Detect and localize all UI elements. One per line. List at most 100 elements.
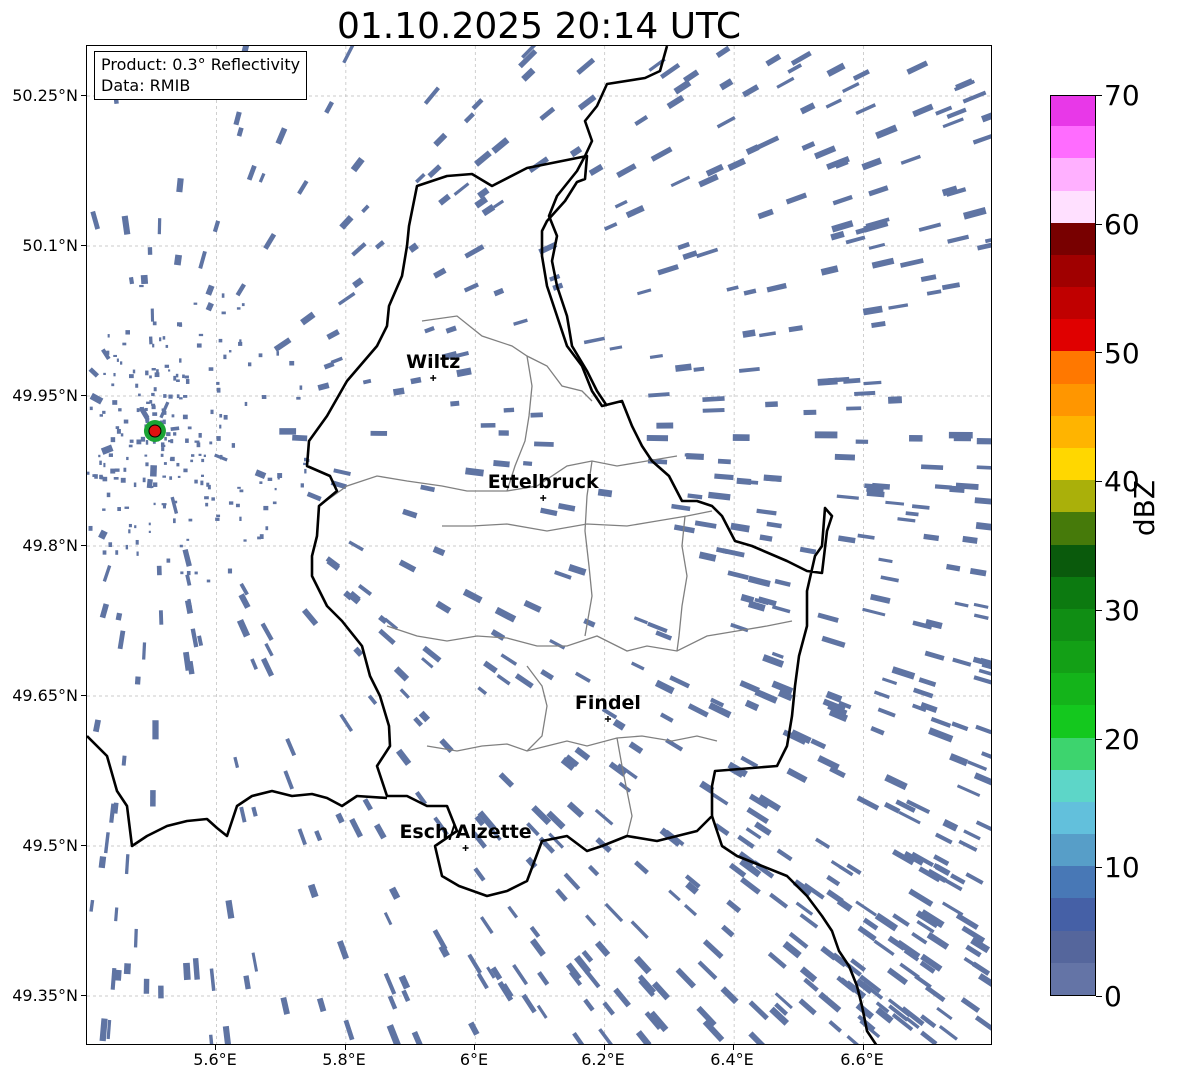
radar-echo bbox=[107, 334, 110, 338]
radar-echo bbox=[102, 550, 107, 555]
radar-echo bbox=[163, 462, 167, 465]
radar-echo bbox=[198, 250, 207, 269]
dbz-colorbar bbox=[1050, 95, 1096, 996]
radar-echo bbox=[574, 746, 591, 761]
radar-echo bbox=[150, 308, 155, 322]
radar-echo bbox=[263, 505, 269, 511]
radar-echo bbox=[102, 476, 108, 482]
lat-tick bbox=[81, 95, 86, 96]
radar-echo bbox=[265, 526, 269, 531]
radar-echo bbox=[246, 164, 257, 181]
radar-echo bbox=[149, 375, 152, 379]
radar-echo bbox=[176, 177, 184, 193]
radar-echo bbox=[522, 460, 533, 467]
radar-echo bbox=[861, 157, 882, 171]
radar-echo bbox=[817, 612, 839, 623]
radar-echo bbox=[975, 724, 991, 735]
radar-echo bbox=[471, 98, 484, 111]
radar-echo bbox=[283, 770, 294, 790]
radar-echo bbox=[594, 940, 611, 957]
colorbar-segment bbox=[1051, 511, 1095, 545]
city-label: Ettelbruck bbox=[488, 471, 599, 493]
radar-echo bbox=[726, 285, 739, 292]
radar-echo bbox=[453, 182, 470, 196]
colorbar-segment bbox=[1051, 350, 1095, 384]
radar-echo bbox=[216, 381, 220, 385]
radar-echo bbox=[721, 548, 745, 558]
radar-echo bbox=[277, 476, 280, 480]
radar-echo bbox=[503, 407, 515, 413]
radar-echo bbox=[103, 832, 110, 854]
radar-echo bbox=[790, 50, 812, 66]
radar-echo bbox=[498, 772, 515, 788]
radar-echo bbox=[786, 767, 808, 784]
radar-echo bbox=[963, 956, 982, 971]
radar-echo bbox=[498, 430, 509, 436]
radar-echo bbox=[587, 864, 600, 877]
radar-echo bbox=[952, 657, 972, 667]
radar-echo bbox=[698, 551, 717, 562]
radar-echo bbox=[801, 141, 816, 151]
radar-echo bbox=[179, 358, 182, 363]
colorbar-segment bbox=[1051, 157, 1095, 191]
radar-echo bbox=[494, 606, 517, 623]
radar-echo bbox=[946, 563, 961, 572]
radar-echo bbox=[523, 600, 542, 613]
radar-echo bbox=[973, 772, 991, 788]
radar-echo bbox=[782, 940, 802, 959]
radar-echo bbox=[765, 53, 782, 67]
radar-echo bbox=[114, 468, 120, 472]
radar-echo bbox=[339, 215, 354, 230]
radar-echo bbox=[670, 175, 691, 188]
radar-echo bbox=[492, 199, 505, 209]
radar-echo bbox=[98, 529, 108, 540]
radar-echo bbox=[151, 392, 155, 397]
radar-echo bbox=[100, 444, 114, 455]
radar-echo bbox=[450, 400, 460, 407]
radar-echo bbox=[743, 288, 757, 296]
radar-echo bbox=[183, 651, 192, 671]
radar-echo bbox=[973, 613, 989, 620]
radar-map[interactable]: Wiltz Ettelbruck Findel Esch/Alzette bbox=[86, 45, 992, 1045]
radar-echo bbox=[148, 336, 153, 345]
radar-echo bbox=[126, 456, 129, 461]
radar-echo bbox=[205, 502, 209, 507]
radar-echo bbox=[765, 401, 778, 408]
radar-echo bbox=[198, 432, 202, 438]
radar-echo bbox=[891, 666, 916, 680]
radar-echo bbox=[438, 944, 450, 958]
colorbar-segment bbox=[1051, 769, 1095, 802]
radar-echo bbox=[152, 720, 159, 740]
radar-echo bbox=[408, 242, 419, 253]
radar-echo bbox=[164, 436, 167, 441]
radar-echo bbox=[275, 127, 288, 145]
radar-echo bbox=[139, 284, 144, 288]
radar-echo bbox=[754, 688, 778, 704]
radar-echo bbox=[169, 458, 174, 461]
radar-echo bbox=[920, 464, 944, 471]
radar-echo bbox=[534, 441, 554, 447]
radar-echo bbox=[630, 920, 649, 940]
radar-echo bbox=[583, 336, 606, 345]
radar-echo bbox=[112, 400, 118, 405]
radar-echo bbox=[258, 172, 266, 183]
radar-echo bbox=[628, 741, 644, 754]
radar-echo bbox=[152, 321, 157, 326]
radar-echo bbox=[671, 503, 691, 512]
radar-echo bbox=[125, 544, 129, 550]
radar-echo bbox=[820, 265, 839, 276]
radar-echo bbox=[969, 567, 987, 577]
radar-echo bbox=[967, 760, 988, 771]
radar-echo bbox=[280, 996, 290, 1015]
radar-echo bbox=[960, 997, 981, 1013]
colorbar-tick bbox=[1096, 95, 1102, 96]
radar-echo bbox=[880, 575, 899, 583]
radar-echo bbox=[128, 276, 135, 285]
radar-echo bbox=[512, 963, 529, 986]
radar-echo bbox=[633, 616, 649, 625]
radar-echo bbox=[814, 145, 837, 160]
radar-echo bbox=[231, 443, 236, 448]
colorbar-tick bbox=[1096, 223, 1102, 225]
radar-echo bbox=[758, 331, 777, 338]
lon-tick-label: 6°E bbox=[459, 1050, 489, 1069]
